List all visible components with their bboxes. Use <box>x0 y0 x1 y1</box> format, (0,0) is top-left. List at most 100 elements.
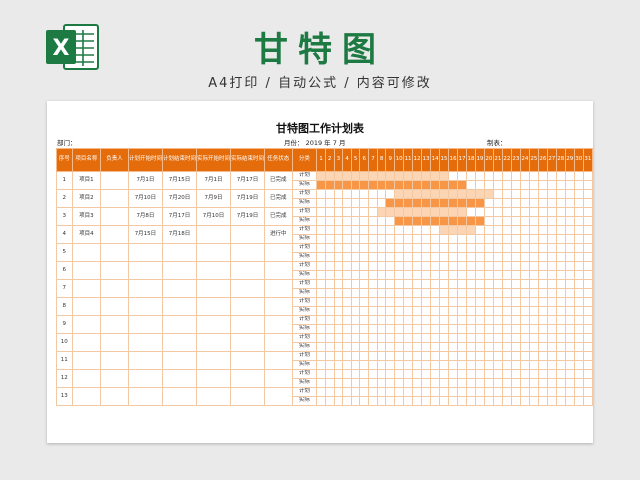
gantt-cell[interactable] <box>342 216 352 226</box>
gantt-cell[interactable] <box>483 261 494 271</box>
gantt-cell[interactable] <box>555 216 566 226</box>
gantt-cell[interactable] <box>456 342 467 352</box>
gantt-cell[interactable] <box>448 252 458 262</box>
gantt-cell[interactable] <box>492 243 503 253</box>
gantt-cell[interactable] <box>528 360 539 370</box>
gantt-cell[interactable] <box>519 378 530 388</box>
gantt-bar-plan[interactable] <box>465 225 476 235</box>
gantt-cell[interactable] <box>546 333 557 343</box>
plan-start-cell[interactable] <box>127 297 163 316</box>
owner-cell[interactable] <box>100 333 129 352</box>
gantt-cell[interactable] <box>483 315 494 325</box>
gantt-cell[interactable] <box>448 243 458 253</box>
gantt-cell[interactable] <box>439 270 449 280</box>
gantt-cell[interactable] <box>368 261 378 271</box>
gantt-cell[interactable] <box>394 333 405 343</box>
gantt-cell[interactable] <box>546 351 557 361</box>
gantt-cell[interactable] <box>403 252 414 262</box>
project-name[interactable]: 项目2 <box>71 189 102 208</box>
gantt-cell[interactable] <box>333 315 344 325</box>
gantt-cell[interactable] <box>324 270 335 280</box>
owner-cell[interactable] <box>100 315 129 334</box>
gantt-cell[interactable] <box>324 261 335 271</box>
gantt-cell[interactable] <box>546 216 557 226</box>
gantt-cell[interactable] <box>448 261 458 271</box>
actual-start-cell[interactable]: 7月1日 <box>195 171 231 190</box>
gantt-cell[interactable] <box>324 243 335 253</box>
gantt-cell[interactable] <box>582 342 594 352</box>
gantt-cell[interactable] <box>519 396 530 406</box>
gantt-cell[interactable] <box>368 216 378 226</box>
gantt-cell[interactable] <box>316 351 326 361</box>
gantt-cell[interactable] <box>573 252 584 262</box>
plan-end-cell[interactable]: 7月20日 <box>161 189 197 208</box>
gantt-cell[interactable] <box>342 333 352 343</box>
gantt-cell[interactable] <box>333 198 344 208</box>
gantt-cell[interactable] <box>465 180 476 190</box>
gantt-cell[interactable] <box>421 234 432 244</box>
gantt-cell[interactable] <box>537 243 548 253</box>
gantt-cell[interactable] <box>412 342 423 352</box>
gantt-cell[interactable] <box>316 216 326 226</box>
gantt-cell[interactable] <box>528 270 539 280</box>
gantt-cell[interactable] <box>394 261 405 271</box>
gantt-cell[interactable] <box>564 378 575 388</box>
gantt-bar-plan[interactable] <box>394 207 405 217</box>
gantt-cell[interactable] <box>316 297 326 307</box>
gantt-bar-actual[interactable] <box>456 180 467 190</box>
gantt-cell[interactable] <box>430 243 441 253</box>
gantt-cell[interactable] <box>501 207 512 217</box>
actual-end-cell[interactable]: 7月19日 <box>229 189 266 208</box>
gantt-cell[interactable] <box>333 234 344 244</box>
gantt-cell[interactable] <box>582 279 594 289</box>
gantt-cell[interactable] <box>582 324 594 334</box>
gantt-cell[interactable] <box>492 234 503 244</box>
gantt-cell[interactable] <box>376 279 387 289</box>
gantt-bar-plan[interactable] <box>421 171 432 181</box>
gantt-cell[interactable] <box>403 225 414 235</box>
gantt-cell[interactable] <box>501 369 512 379</box>
gantt-cell[interactable] <box>465 270 476 280</box>
gantt-cell[interactable] <box>582 234 594 244</box>
gantt-bar-plan[interactable] <box>448 207 458 217</box>
gantt-cell[interactable] <box>564 216 575 226</box>
gantt-bar-plan[interactable] <box>456 207 467 217</box>
gantt-cell[interactable] <box>564 288 575 298</box>
gantt-cell[interactable] <box>403 396 414 406</box>
gantt-cell[interactable] <box>483 198 494 208</box>
gantt-cell[interactable] <box>555 369 566 379</box>
gantt-cell[interactable] <box>421 396 432 406</box>
gantt-cell[interactable] <box>359 288 370 298</box>
gantt-cell[interactable] <box>555 315 566 325</box>
gantt-cell[interactable] <box>430 369 441 379</box>
gantt-cell[interactable] <box>555 270 566 280</box>
owner-cell[interactable] <box>100 387 129 406</box>
gantt-cell[interactable] <box>316 198 326 208</box>
gantt-cell[interactable] <box>573 369 584 379</box>
gantt-cell[interactable] <box>448 234 458 244</box>
gantt-cell[interactable] <box>510 180 521 190</box>
gantt-cell[interactable] <box>394 270 405 280</box>
gantt-cell[interactable] <box>465 315 476 325</box>
gantt-cell[interactable] <box>316 234 326 244</box>
gantt-cell[interactable] <box>474 324 485 334</box>
gantt-cell[interactable] <box>519 171 530 181</box>
gantt-cell[interactable] <box>333 216 344 226</box>
gantt-cell[interactable] <box>359 225 370 235</box>
gantt-cell[interactable] <box>403 297 414 307</box>
gantt-cell[interactable] <box>324 306 335 316</box>
gantt-cell[interactable] <box>316 315 326 325</box>
gantt-cell[interactable] <box>573 189 584 199</box>
gantt-cell[interactable] <box>510 234 521 244</box>
gantt-cell[interactable] <box>546 171 557 181</box>
gantt-bar-plan[interactable] <box>376 171 387 181</box>
gantt-cell[interactable] <box>448 369 458 379</box>
gantt-cell[interactable] <box>519 333 530 343</box>
gantt-cell[interactable] <box>439 297 449 307</box>
gantt-cell[interactable] <box>385 243 396 253</box>
gantt-cell[interactable] <box>537 261 548 271</box>
gantt-cell[interactable] <box>564 387 575 397</box>
gantt-cell[interactable] <box>519 297 530 307</box>
gantt-cell[interactable] <box>333 252 344 262</box>
gantt-cell[interactable] <box>324 333 335 343</box>
